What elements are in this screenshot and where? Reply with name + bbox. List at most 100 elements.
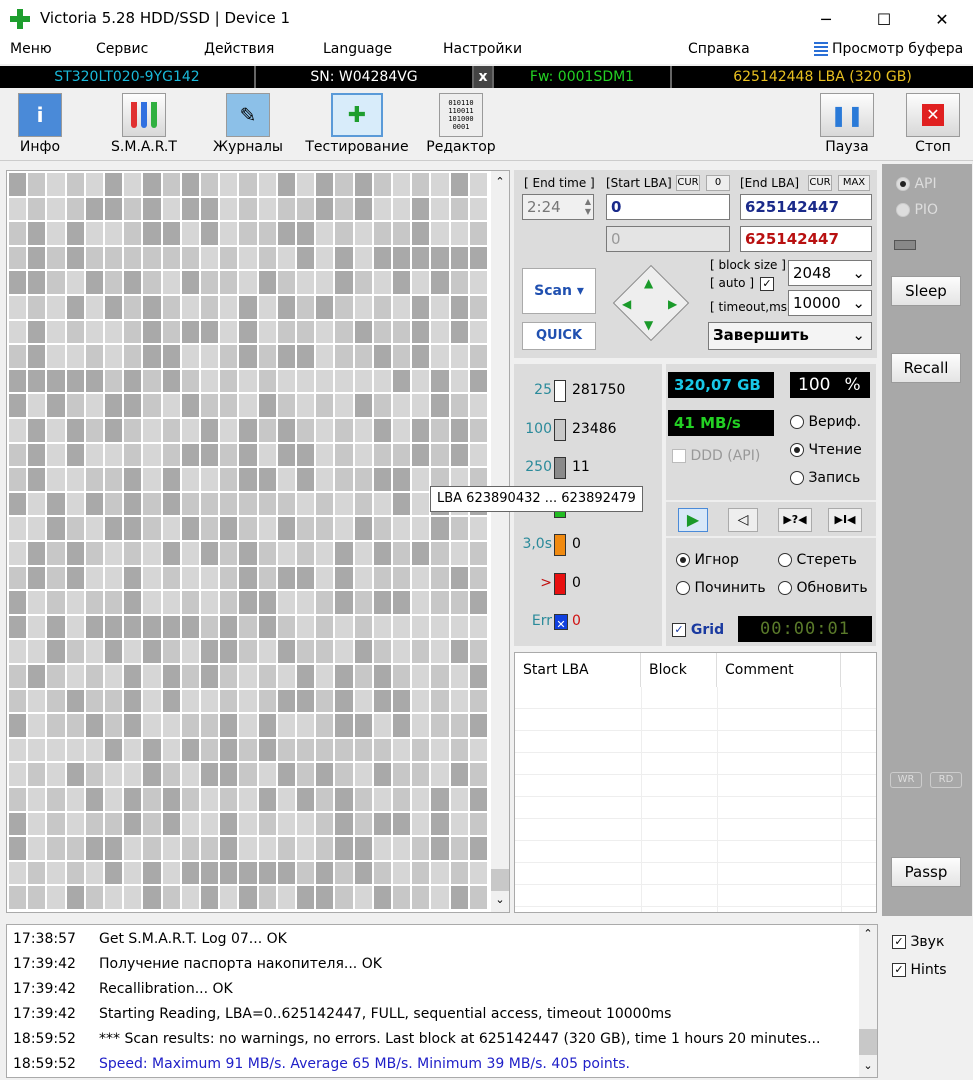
seek-icon[interactable]: ▶?◀: [778, 508, 812, 532]
finish-action-select[interactable]: Завершить ⌄: [708, 322, 872, 350]
grid-block: [47, 689, 65, 713]
ddd-api-checkbox[interactable]: [672, 449, 686, 463]
action-repair[interactable]: Починить: [676, 580, 766, 596]
mode-write[interactable]: Запись: [790, 470, 860, 486]
passp-button[interactable]: Passp: [891, 857, 961, 887]
progress-percent: 100%: [790, 372, 870, 398]
chevron-down-icon: ⌄: [852, 294, 865, 312]
action-refresh[interactable]: Обновить: [778, 580, 868, 596]
grid-block: [277, 615, 295, 639]
grid-block: [85, 394, 103, 417]
scan-dropdown-button[interactable]: Scan ▾: [522, 268, 596, 314]
arrow-right-icon[interactable]: ▶: [668, 297, 677, 311]
grid-block: [201, 345, 219, 368]
menu-service[interactable]: Сервис: [96, 41, 148, 57]
recall-button[interactable]: Recall: [891, 353, 961, 383]
playback-controls: ▶ ◁ ▶?◀ ▶I◀: [666, 500, 876, 538]
menu-actions[interactable]: Действия: [204, 41, 274, 57]
hints-option[interactable]: ✓ Hints: [892, 962, 947, 978]
auto-checkbox[interactable]: ✓: [760, 277, 774, 291]
grid-block: [412, 517, 430, 540]
timeout-select[interactable]: 10000 ⌄: [788, 290, 872, 316]
start-lba-zero-button[interactable]: 0: [706, 175, 730, 191]
start-lba-cur-button[interactable]: CUR: [676, 175, 700, 191]
editor-button[interactable]: 010110 110011 101000 0001 Редактор: [424, 93, 498, 159]
pio-option[interactable]: PIO: [896, 202, 938, 218]
close-button[interactable]: ✕: [913, 0, 971, 38]
grid-block: [297, 246, 315, 270]
map-scrollbar[interactable]: ⌃ ⌄: [491, 171, 509, 912]
sleep-button[interactable]: Sleep: [891, 276, 961, 306]
journals-button[interactable]: ✎ Журналы: [210, 93, 286, 159]
end-lba-cur-button[interactable]: CUR: [808, 175, 832, 191]
mode-verify[interactable]: Вериф.: [790, 414, 861, 430]
ddd-api-option[interactable]: DDD (API): [672, 448, 760, 464]
verify-radio[interactable]: [790, 415, 804, 429]
menu-language[interactable]: Language: [323, 41, 392, 57]
column-comment[interactable]: Comment: [717, 653, 841, 687]
grid-block: [277, 443, 295, 467]
end-lba-max-button[interactable]: MAX: [838, 175, 870, 191]
start-lba-input[interactable]: 0: [606, 194, 730, 220]
goto-end-icon[interactable]: ▶I◀: [828, 508, 862, 532]
rewind-icon[interactable]: ◁: [728, 508, 758, 532]
arrow-up-icon[interactable]: ▲: [644, 276, 653, 290]
grid-block: [297, 640, 315, 663]
pause-button[interactable]: ❚❚ Пауза: [818, 93, 876, 159]
grid-block: [373, 271, 391, 294]
maximize-button[interactable]: ☐: [855, 0, 913, 38]
testing-button[interactable]: ✚ Тестирование: [304, 93, 410, 159]
direction-pad[interactable]: ▲ ▼ ◀ ▶: [610, 262, 692, 344]
api-radio[interactable]: [896, 177, 910, 191]
grid-block: [469, 394, 487, 417]
device-close-button[interactable]: x: [474, 66, 494, 88]
api-option[interactable]: API: [896, 176, 937, 192]
read-radio[interactable]: [790, 443, 804, 457]
arrow-down-icon[interactable]: ▼: [644, 318, 653, 332]
end-time-field[interactable]: 2:24 ▲ ▼: [522, 194, 594, 220]
hints-checkbox[interactable]: ✓: [892, 963, 906, 977]
grid-block: [412, 222, 430, 245]
stop-button[interactable]: ✕ Стоп: [904, 93, 962, 159]
scroll-down-arrow-icon[interactable]: ⌄: [491, 893, 509, 906]
info-button[interactable]: i Инфо: [4, 93, 76, 159]
erase-radio[interactable]: [778, 553, 792, 567]
grid-block: [9, 615, 27, 639]
scroll-thumb[interactable]: [491, 869, 509, 891]
sound-option[interactable]: ✓ Звук: [892, 934, 944, 950]
smart-button[interactable]: S.M.A.R.T: [104, 93, 184, 159]
ignore-radio[interactable]: [676, 553, 690, 567]
action-ignore[interactable]: Игнор: [676, 552, 739, 568]
grid-block: [297, 542, 315, 565]
sound-checkbox[interactable]: ✓: [892, 935, 906, 949]
action-erase[interactable]: Стереть: [778, 552, 857, 568]
grid-toggle[interactable]: ✓ Grid: [672, 622, 724, 638]
column-start-lba[interactable]: Start LBA: [515, 653, 641, 687]
menu-main[interactable]: Меню: [10, 41, 52, 57]
menu-settings[interactable]: Настройки: [443, 41, 522, 57]
grid-block: [85, 738, 103, 762]
column-block[interactable]: Block: [641, 653, 717, 687]
arrow-left-icon[interactable]: ◀: [622, 297, 631, 311]
scroll-up-arrow-icon[interactable]: ⌃: [859, 927, 877, 940]
minimize-button[interactable]: ─: [797, 0, 855, 38]
table-column-divider: [717, 687, 718, 912]
scroll-down-arrow-icon[interactable]: ⌄: [859, 1059, 877, 1072]
play-icon[interactable]: ▶: [678, 508, 708, 532]
buffer-view-button[interactable]: Просмотр буфера: [814, 41, 963, 57]
end-lba-input[interactable]: 625142447: [740, 194, 872, 220]
menu-help[interactable]: Справка: [688, 41, 750, 57]
block-size-select[interactable]: 2048 ⌄: [788, 260, 872, 286]
quick-button[interactable]: QUICK: [522, 322, 596, 350]
grid-block: [220, 369, 238, 393]
refresh-radio[interactable]: [778, 581, 792, 595]
log-scroll-thumb[interactable]: [859, 1029, 877, 1055]
end-time-spinner-icon[interactable]: ▲ ▼: [585, 197, 591, 217]
write-radio[interactable]: [790, 471, 804, 485]
mode-read[interactable]: Чтение: [790, 442, 862, 458]
pio-radio[interactable]: [896, 203, 910, 217]
repair-radio[interactable]: [676, 581, 690, 595]
grid-checkbox[interactable]: ✓: [672, 623, 686, 637]
log-scrollbar[interactable]: ⌃ ⌄: [859, 925, 877, 1077]
scroll-up-arrow-icon[interactable]: ⌃: [491, 175, 509, 188]
